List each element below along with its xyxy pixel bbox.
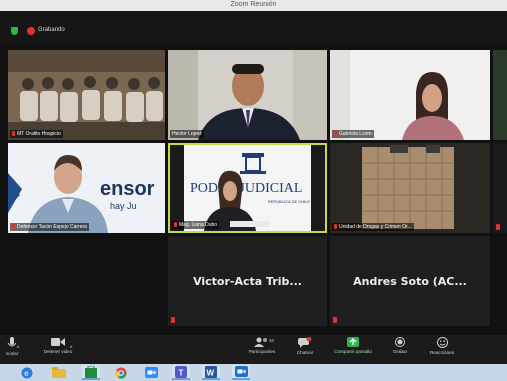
window-titlebar: Zoom Reunión (0, 0, 507, 11)
share-screen-icon (347, 337, 359, 347)
backdrop-subtext: hay Ju (110, 201, 137, 211)
participant-name-large: Andres Soto (AC... (353, 275, 467, 288)
video-feed: ensor hay Ju (8, 143, 165, 233)
share-screen-button[interactable]: Compartir pantalla (333, 337, 373, 354)
participant-name: Defensor Tacón Espejo Carrera (10, 223, 89, 231)
word-icon[interactable]: W (202, 365, 220, 380)
participant-tile-partial[interactable] (493, 50, 507, 140)
participant-tile[interactable]: Unidad de Drogas y Crimen Or... (330, 143, 490, 233)
muted-mic-icon (174, 222, 177, 227)
participants-label: Participantes (248, 349, 276, 354)
record-icon (395, 337, 405, 347)
muted-mic-icon (334, 224, 337, 229)
muted-mic-icon (333, 317, 337, 323)
muted-mic-icon (334, 131, 337, 136)
svg-text:T: T (179, 368, 184, 377)
recording-label: Grabando (38, 27, 65, 33)
share-screen-label: Compartir pantalla (334, 349, 372, 354)
participant-name: Mag. Liana Dubo (172, 221, 220, 229)
svg-text:e: e (24, 369, 29, 378)
participants-count: 10 (269, 338, 275, 343)
video-feed (8, 50, 165, 140)
file-explorer-icon[interactable] (50, 365, 68, 380)
participant-tile-partial[interactable] (493, 143, 507, 233)
muted-mic-icon (171, 317, 175, 323)
svg-text:W: W (207, 368, 215, 377)
meeting-topbar: Grabando (0, 11, 507, 45)
record-label: Grabar (392, 349, 408, 354)
recording-icon (27, 27, 35, 35)
chrome-icon[interactable] (112, 365, 130, 380)
caret-up-icon: ^ (16, 346, 20, 352)
backdrop-text: ensor (100, 178, 155, 200)
participant-name: Gabriela Lcom (332, 130, 374, 138)
participant-name: Hector Lopez (170, 130, 204, 138)
meeting-toolbar: ncelar ^ Detener video ^ 10 Participante… (0, 335, 507, 364)
participant-tile[interactable]: Gabriela Lcom (330, 50, 490, 140)
reactions-button[interactable]: Reacciones (422, 337, 462, 355)
participant-name-large: Victor-Acta Trib... (193, 275, 302, 288)
window-title: Zoom Reunión (230, 1, 277, 8)
reactions-label: Reacciones (429, 350, 454, 355)
participant-tile[interactable]: MT Oralito Hospicio (8, 50, 165, 140)
video-grid: MT Oralito Hospicio Hector Lopez Gabriel… (0, 45, 507, 335)
participant-tile[interactable]: Hector Lopez (168, 50, 327, 140)
chat-label: Chatear (296, 350, 314, 355)
participants-icon (254, 337, 267, 347)
participant-tile[interactable]: ensor hay Ju Defensor Tacón Espejo Carre… (8, 143, 165, 233)
chat-button[interactable]: Chatear (285, 337, 325, 355)
active-speaker-tile[interactable]: PODER JUDICIAL REPÚBLICA DE CHILE Mag. L… (168, 143, 327, 233)
video-feed: PODER JUDICIAL REPÚBLICA DE CHILE (170, 145, 325, 231)
record-button[interactable]: Grabar (380, 337, 420, 354)
video-options-caret[interactable]: ^ (64, 337, 78, 355)
store-icon[interactable] (82, 365, 100, 380)
muted-mic-icon (496, 224, 500, 230)
backdrop-subtext: REPÚBLICA DE CHILE (268, 199, 310, 204)
participant-name: Unidad de Drogas y Crimen Or... (332, 223, 414, 231)
mute-options-caret[interactable]: ^ (11, 337, 25, 355)
muted-mic-icon (12, 224, 15, 229)
participant-tile-novideo[interactable]: Andres Soto (AC... (330, 236, 490, 326)
backdrop-text: PODER JUDICIAL (190, 181, 302, 196)
participants-button[interactable]: 10 Participantes (242, 337, 282, 354)
video-camera-icon (51, 338, 65, 346)
video-feed (330, 143, 490, 233)
security-shield-icon[interactable] (11, 27, 18, 35)
participant-name: MT Oralito Hospicio (10, 130, 63, 138)
smiley-icon (436, 337, 448, 348)
video-feed (330, 50, 490, 140)
edge-icon[interactable]: e (18, 365, 36, 380)
teams-icon[interactable]: T (172, 365, 190, 380)
zoom-meeting-icon[interactable] (232, 365, 250, 380)
os-taskbar: e T W (0, 364, 507, 381)
caret-up-icon: ^ (69, 346, 73, 352)
zoom-icon[interactable] (142, 365, 160, 380)
chat-icon (298, 337, 312, 348)
participant-tile-novideo[interactable]: Victor-Acta Trib... (168, 236, 327, 326)
muted-mic-icon (12, 131, 15, 136)
video-feed (168, 50, 327, 140)
